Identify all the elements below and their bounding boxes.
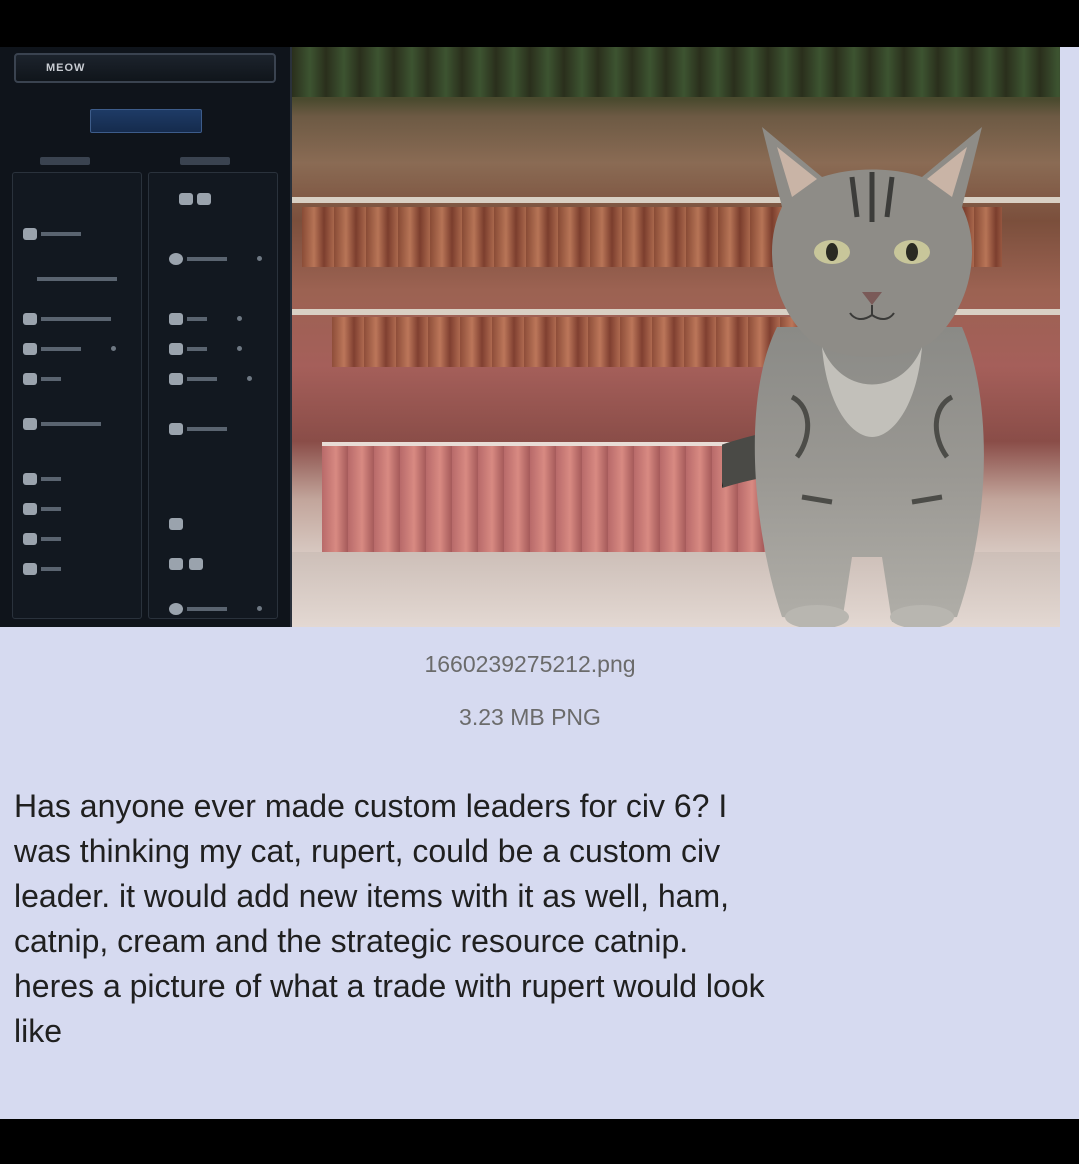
resource-icon bbox=[169, 558, 183, 570]
file-name-link[interactable]: 1660239275212.png bbox=[0, 651, 1060, 678]
game-offer-column-left bbox=[12, 172, 142, 619]
cat-resource-icon bbox=[23, 313, 37, 325]
unit-icon bbox=[197, 193, 211, 205]
cat-resource-icon bbox=[23, 343, 37, 355]
cat-resource-icon bbox=[23, 473, 37, 485]
cat-leader-icon bbox=[23, 228, 37, 240]
game-offer-row bbox=[169, 603, 262, 615]
game-offer-row bbox=[169, 518, 183, 530]
game-offer-row bbox=[23, 343, 116, 355]
cat-resource-icon bbox=[23, 503, 37, 515]
resource-icon bbox=[169, 253, 183, 265]
game-offer-row bbox=[23, 313, 111, 325]
file-size-label: 3.23 MB PNG bbox=[459, 704, 601, 730]
cat-resource-icon bbox=[169, 343, 183, 355]
resource-icon bbox=[189, 558, 203, 570]
game-offer-row bbox=[169, 343, 242, 355]
game-trade-panel: MEOW bbox=[0, 47, 292, 627]
post-image[interactable]: MEOW bbox=[0, 47, 1060, 627]
resource-icon bbox=[169, 603, 183, 615]
game-panel-title: MEOW bbox=[14, 53, 276, 83]
butcher-shop-photo bbox=[292, 47, 1060, 627]
resource-icon bbox=[169, 518, 183, 530]
unit-icon bbox=[179, 193, 193, 205]
game-offer-row bbox=[23, 473, 61, 485]
game-offer-row bbox=[23, 273, 117, 285]
post-message: Has anyone ever made custom leaders for … bbox=[14, 788, 765, 1049]
cat-resource-icon bbox=[23, 533, 37, 545]
game-offer-row bbox=[23, 373, 61, 385]
post-container: MEOW 1660239275212.png 3.23 MB PNG Has a… bbox=[0, 47, 1079, 1119]
screen-frame: MEOW 1660239275212.png 3.23 MB PNG Has a… bbox=[0, 0, 1079, 1164]
game-offer-row bbox=[23, 563, 61, 575]
game-column-header-right bbox=[180, 157, 230, 165]
game-offer-row bbox=[23, 533, 61, 545]
game-offer-row bbox=[23, 228, 81, 240]
cat-resource-icon bbox=[23, 373, 37, 385]
cat-resource-icon bbox=[169, 373, 183, 385]
cat-resource-icon bbox=[23, 563, 37, 575]
game-offer-row bbox=[169, 373, 252, 385]
game-offer-row bbox=[169, 313, 242, 325]
tabby-cat-image bbox=[722, 127, 984, 627]
game-offer-row bbox=[169, 558, 203, 570]
game-offer-row bbox=[169, 253, 262, 265]
game-offer-row bbox=[179, 193, 211, 205]
cat-resource-icon bbox=[169, 313, 183, 325]
game-offer-row bbox=[23, 503, 61, 515]
game-offer-row bbox=[23, 418, 101, 430]
game-offer-row bbox=[169, 423, 227, 435]
cat-resource-icon bbox=[23, 418, 37, 430]
game-column-header-left bbox=[40, 157, 90, 165]
game-trade-button bbox=[90, 109, 202, 133]
game-offer-column-right bbox=[148, 172, 278, 619]
resource-icon bbox=[169, 423, 183, 435]
